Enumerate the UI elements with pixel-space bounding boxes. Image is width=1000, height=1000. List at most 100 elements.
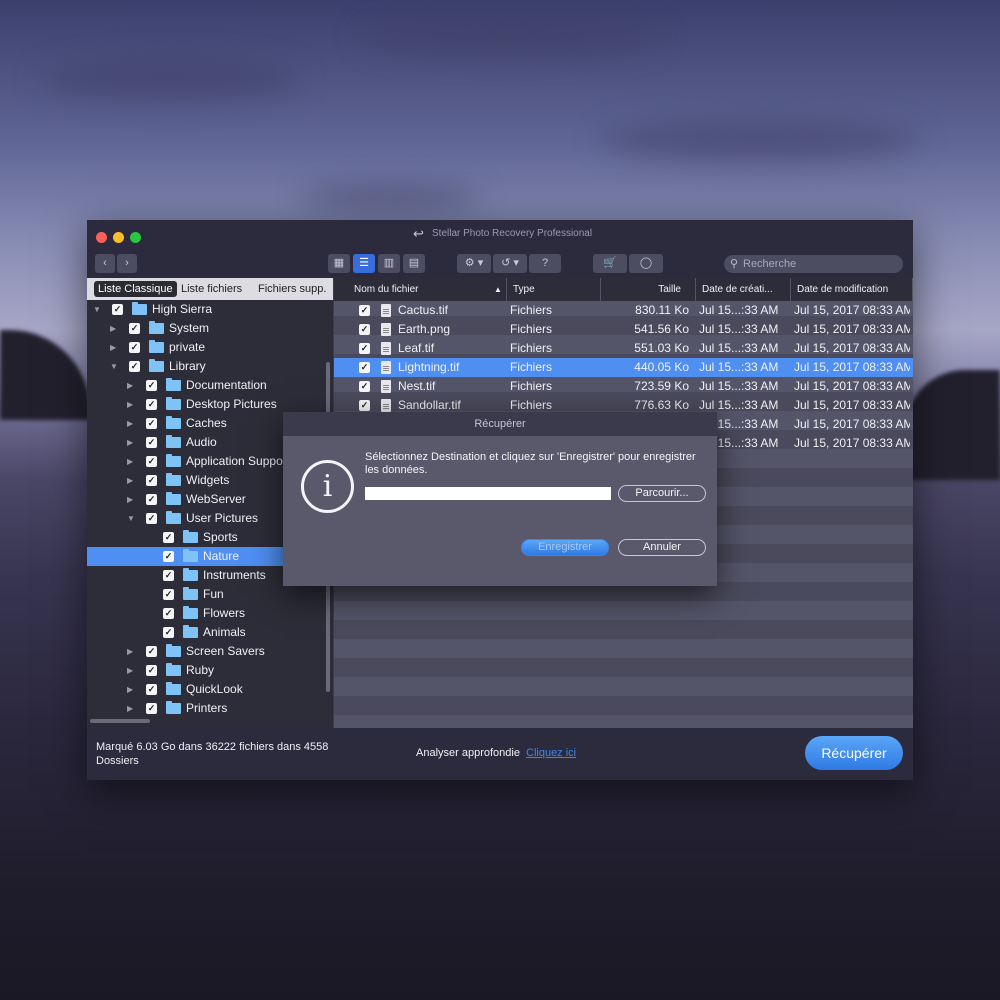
file-checkbox[interactable]: ✓ xyxy=(359,305,370,316)
tab-liste-classique[interactable]: Liste Classique xyxy=(94,281,177,297)
deep-scan-link[interactable]: Cliquez ici xyxy=(526,747,576,759)
tree-horizontal-scrollbar[interactable] xyxy=(90,719,150,723)
recover-button[interactable]: Récupérer xyxy=(805,736,903,770)
coverflow-view-button[interactable]: ▤ xyxy=(403,254,425,273)
tree-item[interactable]: ▶ ✓ Printers xyxy=(87,699,327,718)
file-row[interactable]: ✓ Nest.tif Fichiers 723.59 Ko Jul 15...:33 A… xyxy=(334,377,913,396)
tree-item-checkbox[interactable]: ✓ xyxy=(163,551,174,562)
disclosure-closed-icon[interactable]: ▶ xyxy=(127,414,133,433)
tab-fichiers-supp[interactable]: Fichiers supp. xyxy=(254,281,330,297)
file-row[interactable]: ✓ Earth.png Fichiers 541.56 Ko Jul 15...:33 … xyxy=(334,320,913,339)
destination-path-input[interactable] xyxy=(365,487,611,500)
tree-item-checkbox[interactable]: ✓ xyxy=(146,665,157,676)
cancel-button[interactable]: Annuler xyxy=(618,539,706,556)
tree-item[interactable]: ▶ ✓ Documentation xyxy=(87,376,327,395)
tree-item-checkbox[interactable]: ✓ xyxy=(129,361,140,372)
disclosure-open-icon[interactable]: ▼ xyxy=(93,300,101,319)
app-title: Stellar Photo Recovery Professional xyxy=(432,228,593,239)
tree-item-label: Fun xyxy=(203,587,224,601)
tree-item[interactable]: ▶ ✓ System xyxy=(87,319,327,338)
file-list-header: Nom du fichier ▲ Type Taille Date de cré… xyxy=(334,278,913,301)
tree-item-checkbox[interactable]: ✓ xyxy=(146,437,157,448)
disclosure-closed-icon[interactable]: ▶ xyxy=(127,642,133,661)
tree-item[interactable]: ▶ ✓ Ruby xyxy=(87,661,327,680)
search-input[interactable]: ⚲ Recherche xyxy=(724,255,903,273)
minimize-window-button[interactable] xyxy=(113,232,124,243)
tree-item-checkbox[interactable]: ✓ xyxy=(163,589,174,600)
column-header-modified[interactable]: Date de modification xyxy=(791,278,913,301)
settings-button[interactable]: ⚙ ▾ xyxy=(457,254,491,273)
disclosure-closed-icon[interactable]: ▶ xyxy=(110,338,116,357)
tree-item-checkbox[interactable]: ✓ xyxy=(129,342,140,353)
file-checkbox[interactable]: ✓ xyxy=(359,324,370,335)
disclosure-closed-icon[interactable]: ▶ xyxy=(127,376,133,395)
tree-item[interactable]: ▶ ✓ Screen Savers xyxy=(87,642,327,661)
folder-icon xyxy=(166,435,181,448)
tree-item-checkbox[interactable]: ✓ xyxy=(146,703,157,714)
tree-item-checkbox[interactable]: ✓ xyxy=(163,532,174,543)
column-header-name[interactable]: Nom du fichier ▲ xyxy=(334,278,507,301)
back-button[interactable]: ‹ xyxy=(95,254,115,273)
dialog-message: Sélectionnez Destination et cliquez sur … xyxy=(365,451,696,476)
disclosure-closed-icon[interactable]: ▶ xyxy=(127,433,133,452)
browse-button[interactable]: Parcourir... xyxy=(618,485,706,502)
tree-item-checkbox[interactable]: ✓ xyxy=(146,646,157,657)
disclosure-closed-icon[interactable]: ▶ xyxy=(127,395,133,414)
file-row[interactable]: ✓ Leaf.tif Fichiers 551.03 Ko Jul 15...:33 A… xyxy=(334,339,913,358)
tree-item-checkbox[interactable]: ✓ xyxy=(163,570,174,581)
tree-item[interactable]: ✓ Fun xyxy=(87,585,327,604)
disclosure-closed-icon[interactable]: ▶ xyxy=(110,319,116,338)
tree-item-checkbox[interactable]: ✓ xyxy=(146,475,157,486)
tab-liste-fichiers[interactable]: Liste fichiers xyxy=(177,281,246,297)
tree-item-checkbox[interactable]: ✓ xyxy=(146,513,157,524)
column-view-button[interactable]: ▥ xyxy=(378,254,400,273)
disclosure-closed-icon[interactable]: ▶ xyxy=(127,661,133,680)
grid-icon: ▦ xyxy=(333,257,345,269)
disclosure-closed-icon[interactable]: ▶ xyxy=(127,680,133,699)
file-modified: Jul 15, 2017 08:33 AM xyxy=(794,322,910,336)
save-button[interactable]: Enregistrer xyxy=(521,539,609,556)
history-button[interactable]: ↺ ▾ xyxy=(493,254,527,273)
tree-item-checkbox[interactable]: ✓ xyxy=(146,380,157,391)
tree-item[interactable]: ▶ ✓ private xyxy=(87,338,327,357)
disclosure-open-icon[interactable]: ▼ xyxy=(127,509,135,528)
tree-item-checkbox[interactable]: ✓ xyxy=(112,304,123,315)
tree-item-checkbox[interactable]: ✓ xyxy=(163,608,174,619)
tree-item-checkbox[interactable]: ✓ xyxy=(146,456,157,467)
grid-view-button[interactable]: ▦ xyxy=(328,254,350,273)
tree-item-checkbox[interactable]: ✓ xyxy=(146,684,157,695)
disclosure-open-icon[interactable]: ▼ xyxy=(110,357,118,376)
file-checkbox[interactable]: ✓ xyxy=(359,381,370,392)
help-button[interactable]: ? xyxy=(529,254,561,273)
file-checkbox[interactable]: ✓ xyxy=(359,362,370,373)
column-header-type[interactable]: Type xyxy=(507,278,601,301)
disclosure-closed-icon[interactable]: ▶ xyxy=(127,490,133,509)
column-header-created[interactable]: Date de créati... xyxy=(696,278,791,301)
close-window-button[interactable] xyxy=(96,232,107,243)
tree-item[interactable]: ▼ ✓ Library xyxy=(87,357,327,376)
tree-item[interactable]: ✓ Animals xyxy=(87,623,327,642)
tree-item-checkbox[interactable]: ✓ xyxy=(163,627,174,638)
tree-item-checkbox[interactable]: ✓ xyxy=(146,494,157,505)
account-button[interactable]: ◯ xyxy=(629,254,663,273)
file-checkbox[interactable]: ✓ xyxy=(359,343,370,354)
file-checkbox[interactable]: ✓ xyxy=(359,400,370,411)
tree-item[interactable]: ▼ ✓ High Sierra xyxy=(87,300,327,319)
disclosure-closed-icon[interactable]: ▶ xyxy=(127,471,133,490)
disclosure-closed-icon[interactable]: ▶ xyxy=(127,699,133,718)
file-row[interactable]: ✓ Lightning.tif Fichiers 440.05 Ko Jul 15...… xyxy=(334,358,913,377)
tree-item[interactable]: ▶ ✓ QuickLook xyxy=(87,680,327,699)
chevron-down-icon: ▾ xyxy=(477,257,484,269)
forward-button[interactable]: › xyxy=(117,254,137,273)
cart-button[interactable]: 🛒 xyxy=(593,254,627,273)
column-header-size[interactable]: Taille xyxy=(601,278,696,301)
tree-item[interactable]: ✓ Flowers xyxy=(87,604,327,623)
disclosure-closed-icon[interactable]: ▶ xyxy=(127,452,133,471)
folder-icon xyxy=(166,473,181,486)
zoom-window-button[interactable] xyxy=(130,232,141,243)
list-view-button[interactable]: ☰ xyxy=(353,254,375,273)
tree-item-checkbox[interactable]: ✓ xyxy=(146,399,157,410)
tree-item-checkbox[interactable]: ✓ xyxy=(129,323,140,334)
tree-item-checkbox[interactable]: ✓ xyxy=(146,418,157,429)
file-row[interactable]: ✓ Cactus.tif Fichiers 830.11 Ko Jul 15...:33… xyxy=(334,301,913,320)
